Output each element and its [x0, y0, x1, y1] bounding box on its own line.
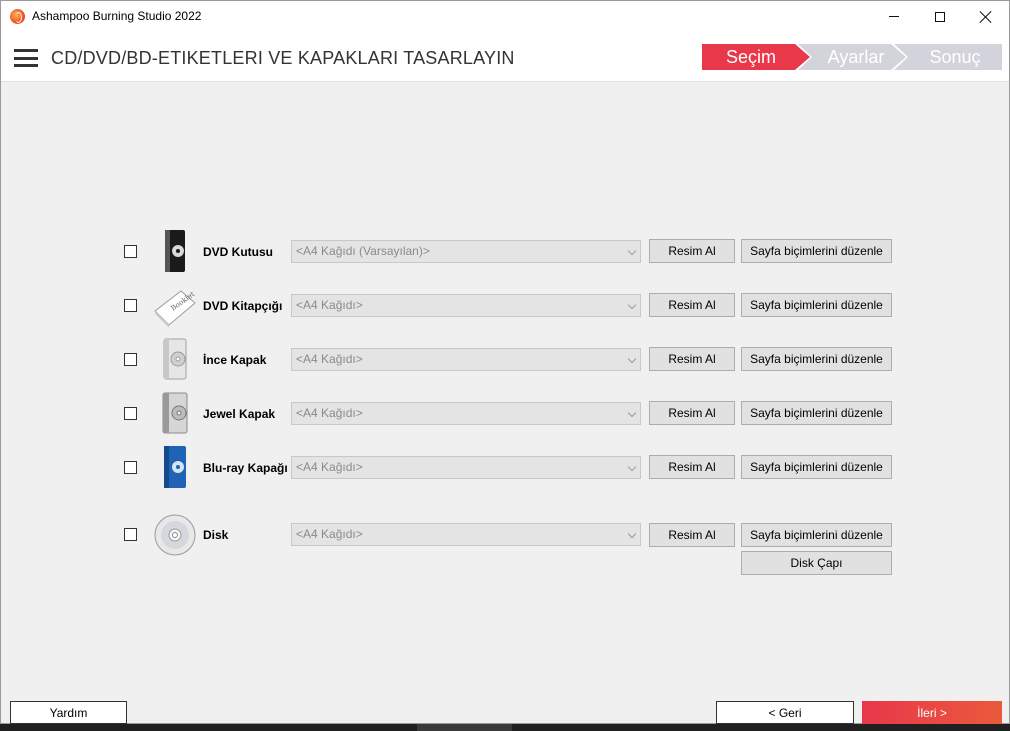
row-label: İnce Kapak [203, 353, 267, 367]
chevron-down-icon [627, 462, 637, 472]
slim-case-icon [163, 338, 187, 380]
edit-layouts-button[interactable]: Sayfa biçimlerini düzenle [741, 293, 892, 317]
paper-select[interactable]: <A4 Kağıdı> [291, 402, 641, 425]
paper-select[interactable]: <A4 Kağıdı (Varsayılan)> [291, 240, 641, 263]
minimize-button[interactable] [871, 1, 917, 32]
get-image-button[interactable]: Resim Al [649, 455, 735, 479]
list-item-dvd-box: DVD Kutusu <A4 Kağıdı (Varsayılan)> Resi… [1, 230, 1009, 272]
hamburger-menu-icon[interactable] [14, 49, 38, 67]
step-result: Sonuç [894, 44, 1002, 70]
list-item-jewel-case: Jewel Kapak <A4 Kağıdı> Resim Al Sayfa b… [1, 392, 1009, 434]
ashampoo-flame-icon [10, 9, 25, 24]
row-label: DVD Kutusu [203, 245, 273, 259]
chevron-down-icon [627, 408, 637, 418]
chevron-down-icon [627, 300, 637, 310]
taskbar-highlight [417, 724, 512, 731]
chevron-down-icon [627, 354, 637, 364]
next-button[interactable]: İleri > [862, 701, 1002, 724]
get-image-button[interactable]: Resim Al [649, 239, 735, 263]
step-settings: Ayarlar [798, 44, 906, 70]
edit-layouts-button[interactable]: Sayfa biçimlerini düzenle [741, 455, 892, 479]
disc-diameter-button[interactable]: Disk Çapı [741, 551, 892, 575]
disc-checkbox[interactable] [124, 528, 137, 541]
edit-layouts-button[interactable]: Sayfa biçimlerini düzenle [741, 347, 892, 371]
edit-layouts-button[interactable]: Sayfa biçimlerini düzenle [741, 401, 892, 425]
get-image-button[interactable]: Resim Al [649, 293, 735, 317]
step-selection: Seçim [702, 44, 810, 70]
maximize-icon [935, 11, 945, 22]
maximize-button[interactable] [917, 1, 963, 32]
list-item-disc: Disk <A4 Kağıdı> Resim Al Sayfa biçimler… [1, 514, 1009, 575]
app-window: Ashampoo Burning Studio 2022 CD/DVD/BD-E… [0, 0, 1010, 724]
close-button[interactable] [963, 1, 1009, 32]
row-label: DVD Kitapçığı [203, 299, 283, 313]
dvd-box-checkbox[interactable] [124, 245, 137, 258]
paper-select[interactable]: <A4 Kağıdı> [291, 294, 641, 317]
disc-icon [154, 514, 196, 556]
dvd-box-icon [165, 230, 185, 272]
paper-select[interactable]: <A4 Kağıdı> [291, 523, 641, 546]
slim-case-checkbox[interactable] [124, 353, 137, 366]
list-item-dvd-booklet: Booklet DVD Kitapçığı <A4 Kağıdı> Resim … [1, 285, 1009, 328]
booklet-icon: Booklet [154, 290, 196, 328]
bluray-case-icon [164, 446, 186, 488]
wizard-steps: Seçim Ayarlar Sonuç [702, 44, 1002, 70]
jewel-case-icon [162, 392, 188, 434]
get-image-button[interactable]: Resim Al [649, 523, 735, 547]
jewel-case-checkbox[interactable] [124, 407, 137, 420]
list-item-slim-case: İnce Kapak <A4 Kağıdı> Resim Al Sayfa bi… [1, 338, 1009, 380]
chevron-down-icon [627, 246, 637, 256]
edit-layouts-button[interactable]: Sayfa biçimlerini düzenle [741, 523, 892, 547]
help-button[interactable]: Yardım [10, 701, 127, 724]
title-bar: Ashampoo Burning Studio 2022 [1, 1, 1009, 32]
page-title: CD/DVD/BD-ETIKETLERI VE KAPAKLARI TASARL… [51, 48, 515, 68]
minimize-icon [889, 16, 899, 17]
row-label: Blu-ray Kapağı [203, 461, 288, 475]
get-image-button[interactable]: Resim Al [649, 347, 735, 371]
dvd-booklet-checkbox[interactable] [124, 299, 137, 312]
window-title: Ashampoo Burning Studio 2022 [32, 9, 202, 23]
row-label: Jewel Kapak [203, 407, 276, 421]
close-icon [980, 11, 992, 23]
chevron-down-icon [627, 529, 637, 539]
back-button[interactable]: < Geri [716, 701, 854, 724]
edit-layouts-button[interactable]: Sayfa biçimlerini düzenle [741, 239, 892, 263]
page-header: CD/DVD/BD-ETIKETLERI VE KAPAKLARI TASARL… [1, 32, 1009, 82]
list-item-bluray-case: Blu-ray Kapağı <A4 Kağıdı> Resim Al Sayf… [1, 446, 1009, 488]
paper-select[interactable]: <A4 Kağıdı> [291, 456, 641, 479]
paper-select[interactable]: <A4 Kağıdı> [291, 348, 641, 371]
bluray-case-checkbox[interactable] [124, 461, 137, 474]
row-label: Disk [203, 528, 229, 542]
get-image-button[interactable]: Resim Al [649, 401, 735, 425]
